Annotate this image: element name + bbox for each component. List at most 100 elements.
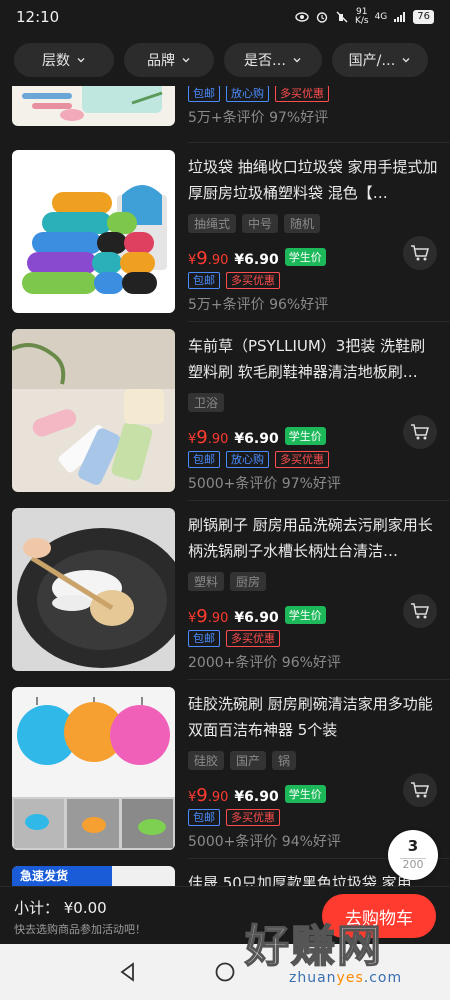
product-badges: 包邮 多买优惠 — [188, 272, 280, 289]
product-item[interactable]: 刷锅刷子 厨房用品洗碗去污刷家用长柄洗锅刷子水槽长柄灶台清洁… 塑料 厨房 ¥9… — [0, 508, 450, 678]
badge-multi-buy: 多买优惠 — [275, 86, 329, 102]
product-thumbnail — [12, 86, 175, 126]
product-reviews: 5万+条评价 97%好评 — [188, 110, 329, 126]
chevron-down-icon — [293, 58, 301, 63]
filter-brand[interactable]: 品牌 — [124, 43, 214, 77]
badge-multi-buy: 多买优惠 — [226, 630, 280, 647]
product-item[interactable]: 包邮 放心购 多买优惠 5万+条评价 97%好评 — [0, 86, 450, 133]
product-title[interactable]: 刷锅刷子 厨房用品洗碗去污刷家用长柄洗锅刷子水槽长柄灶台清洁… — [188, 512, 438, 564]
product-item[interactable]: 车前草（PSYLLIUM）3把装 洗鞋刷塑料刷 软毛刷鞋神器清洁地板刷… 卫浴 … — [0, 329, 450, 499]
add-to-cart-button[interactable] — [403, 594, 437, 628]
add-to-cart-button[interactable] — [403, 415, 437, 449]
product-item[interactable]: 硅胶洗碗刷 厨房刷碗清洁家用多功能双面百洁布神器 5个装 硅胶 国产 锅 ¥9.… — [0, 687, 450, 857]
product-thumbnail: 急速发货 — [12, 866, 175, 886]
add-to-cart-button[interactable] — [403, 236, 437, 270]
badge-free-shipping: 包邮 — [188, 809, 220, 826]
chevron-down-icon — [402, 58, 410, 63]
filter-origin[interactable]: 国产/… — [332, 43, 428, 77]
product-reviews: 5000+条评价 94%好评 — [188, 834, 341, 850]
product-tags: 硅胶 国产 锅 — [188, 751, 297, 770]
original-price: ¥9.90 — [188, 248, 229, 269]
home-icon[interactable] — [215, 962, 235, 982]
product-tag: 中号 — [242, 214, 279, 233]
product-badges: 包邮 放心购 多买优惠 — [188, 86, 329, 102]
filter-whether[interactable]: 是否… — [224, 43, 322, 77]
product-tag: 厨房 — [230, 572, 267, 591]
divider — [188, 679, 450, 680]
student-price: ¥6.90 — [234, 789, 279, 805]
product-prices: ¥9.90 ¥6.90 学生价 — [188, 785, 326, 806]
product-tag: 随机 — [284, 214, 321, 233]
badge-multi-buy: 多买优惠 — [275, 451, 329, 468]
thumb-label: 急速发货 — [20, 869, 69, 883]
product-reviews: 5000+条评价 97%好评 — [188, 476, 341, 492]
subtotal-hint: 快去选购商品参加活动吧！ — [14, 923, 146, 936]
product-tags: 抽绳式 中号 随机 — [188, 214, 321, 233]
student-price-badge: 学生价 — [284, 785, 326, 803]
product-thumbnail — [12, 150, 175, 313]
divider — [188, 500, 450, 501]
product-tag: 国产 — [230, 751, 267, 770]
badge-multi-buy: 多买优惠 — [226, 272, 280, 289]
divider — [188, 142, 450, 143]
student-price: ¥6.90 — [234, 610, 279, 626]
badge-multi-buy: 多买优惠 — [226, 809, 280, 826]
status-bar: 12:10 91 K/s 4G 76 — [0, 0, 450, 34]
badge-free-shipping: 包邮 — [188, 86, 220, 102]
status-time: 12:10 — [16, 8, 60, 26]
filter-layers[interactable]: 层数 — [14, 43, 114, 77]
current-index: 3 — [407, 837, 419, 855]
filter-label: 层数 — [42, 53, 70, 69]
product-badges: 包邮 多买优惠 — [188, 809, 280, 826]
product-badges: 包邮 放心购 多买优惠 — [188, 451, 329, 468]
signal-icon — [394, 12, 406, 22]
product-prices: ¥9.90 ¥6.90 学生价 — [188, 427, 326, 448]
page-counter[interactable]: 3 200 — [388, 830, 438, 880]
product-tags: 塑料 厨房 — [188, 572, 267, 591]
student-price: ¥6.90 — [234, 431, 279, 447]
product-thumbnail — [12, 687, 175, 850]
student-price-badge: 学生价 — [284, 248, 326, 266]
net-speed: 91 K/s — [354, 7, 369, 26]
badge-assured: 放心购 — [226, 86, 269, 102]
product-thumbnail — [12, 508, 175, 671]
cart-icon — [411, 424, 429, 440]
badge-free-shipping: 包邮 — [188, 272, 220, 289]
product-title[interactable]: 垃圾袋 抽绳收口垃圾袋 家用手提式加厚厨房垃圾桶塑料袋 混色【… — [188, 154, 438, 206]
product-tag: 卫浴 — [188, 393, 225, 412]
product-thumbnail — [12, 329, 175, 492]
badge-free-shipping: 包邮 — [188, 451, 220, 468]
battery-indicator: 76 — [413, 10, 434, 24]
product-prices: ¥9.90 ¥6.90 学生价 — [188, 606, 326, 627]
student-price: ¥6.90 — [234, 252, 279, 268]
eye-icon — [295, 12, 309, 22]
chevron-down-icon — [182, 58, 190, 63]
original-price: ¥9.90 — [188, 606, 229, 627]
product-reviews: 2000+条评价 96%好评 — [188, 655, 341, 671]
product-list: 包邮 放心购 多买优惠 5万+条评价 97%好评 垃圾袋 抽绳收口垃圾袋 家用手… — [0, 86, 450, 886]
product-tag: 硅胶 — [188, 751, 225, 770]
net-type: 4G — [374, 12, 388, 22]
product-title[interactable]: 硅胶洗碗刷 厨房刷碗清洁家用多功能双面百洁布神器 5个装 — [188, 691, 438, 743]
badge-assured: 放心购 — [226, 451, 269, 468]
product-tag: 抽绳式 — [188, 214, 237, 233]
mute-icon — [336, 11, 348, 23]
bottom-bar: 小计： ¥0.00 快去选购商品参加活动吧！ 去购物车 — [0, 886, 450, 944]
back-icon[interactable] — [118, 962, 138, 982]
product-title[interactable]: 车前草（PSYLLIUM）3把装 洗鞋刷塑料刷 软毛刷鞋神器清洁地板刷… — [188, 333, 438, 385]
add-to-cart-button[interactable] — [403, 773, 437, 807]
product-prices: ¥9.90 ¥6.90 学生价 — [188, 248, 326, 269]
original-price: ¥9.90 — [188, 785, 229, 806]
student-price-badge: 学生价 — [284, 427, 326, 445]
filter-label: 品牌 — [147, 53, 175, 69]
alarm-icon — [316, 12, 328, 23]
chevron-down-icon — [77, 58, 85, 63]
subtotal: 小计： ¥0.00 — [14, 899, 107, 917]
go-to-cart-button[interactable]: 去购物车 — [322, 894, 436, 938]
filter-label: 国产/… — [348, 53, 396, 69]
product-tag: 塑料 — [188, 572, 225, 591]
product-item[interactable]: 垃圾袋 抽绳收口垃圾袋 家用手提式加厚厨房垃圾桶塑料袋 混色【… 抽绳式 中号 … — [0, 150, 450, 320]
product-item[interactable]: 急速发货 佳晟 50只加厚款黑色垃圾袋 家用 — [0, 866, 450, 886]
cart-icon — [411, 782, 429, 798]
product-reviews: 5万+条评价 96%好评 — [188, 297, 329, 313]
